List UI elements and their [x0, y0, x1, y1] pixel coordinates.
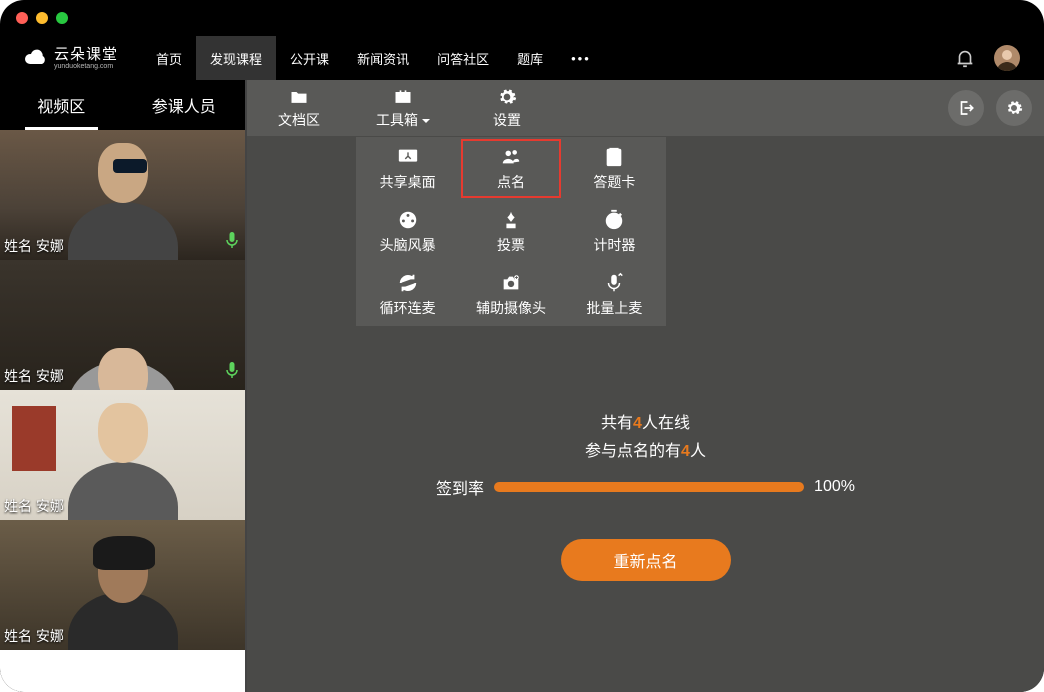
exit-button[interactable] [948, 90, 984, 126]
mic-icon [225, 361, 239, 384]
exit-icon [957, 99, 975, 117]
nav-bank[interactable]: 题库 [503, 36, 557, 80]
menu-answer-card[interactable]: 答题卡 [563, 137, 666, 200]
participant-label: 姓名 安娜 [4, 366, 64, 386]
rate-label: 签到率 [436, 475, 484, 499]
left-tabs: 视频区 参课人员 [0, 80, 245, 130]
menu-timer[interactable]: 计时器 [563, 200, 666, 263]
tab-video-area[interactable]: 视频区 [0, 80, 123, 130]
gear-icon [1005, 99, 1023, 117]
restart-roll-call-button[interactable]: 重新点名 [561, 539, 731, 581]
card-icon [603, 146, 625, 168]
menu-batch-mic[interactable]: 批量上麦 [563, 263, 666, 326]
settings-button[interactable] [996, 90, 1032, 126]
tool-toolbox[interactable]: 工具箱 [351, 80, 455, 136]
menu-cycle-mic[interactable]: 循环连麦 [356, 263, 459, 326]
tool-file-area[interactable]: 文档区 [247, 80, 351, 136]
participant-label: 姓名 安娜 [4, 236, 64, 256]
tool-label: 设置 [493, 110, 521, 130]
nav-home[interactable]: 首页 [142, 36, 196, 80]
nav-more[interactable]: ••• [557, 51, 605, 66]
folder-icon [288, 87, 310, 107]
menu-brainstorm[interactable]: 头脑风暴 [356, 200, 459, 263]
participant-label: 姓名 安娜 [4, 626, 64, 646]
user-avatar[interactable] [994, 45, 1020, 71]
cycle-icon [397, 272, 419, 294]
briefcase-icon [392, 87, 414, 107]
screen-share-icon [397, 146, 419, 168]
mic-up-icon [603, 272, 625, 294]
window-maximize[interactable] [56, 12, 68, 24]
rate-value: 100% [814, 478, 855, 496]
vote-icon [500, 209, 522, 231]
video-list: 姓名 安娜 姓名 安娜 姓名 安娜 [0, 130, 245, 692]
brand-name: 云朵课堂 [54, 47, 118, 62]
nav-qa[interactable]: 问答社区 [423, 36, 503, 80]
menu-roll-call[interactable]: 点名 [459, 137, 562, 200]
bell-icon[interactable] [954, 47, 976, 69]
brand-logo[interactable]: 云朵课堂 yunduoketang.com [24, 46, 142, 70]
tool-label: 工具箱 [376, 110, 430, 130]
nav-discover[interactable]: 发现课程 [196, 36, 276, 80]
signin-rate-row: 签到率 100% [436, 475, 855, 499]
menu-share-desktop[interactable]: 共享桌面 [356, 137, 459, 200]
left-panel: 视频区 参课人员 姓名 安娜 姓名 安娜 [0, 80, 247, 692]
participant-label: 姓名 安娜 [4, 496, 64, 516]
menu-aux-camera[interactable]: 辅助摄像头 [459, 263, 562, 326]
window-close[interactable] [16, 12, 28, 24]
toolbox-dropdown: 共享桌面 点名 答题卡 头脑风暴 投票 计时器 循环连麦 辅助摄像头 [356, 137, 666, 326]
video-cell[interactable]: 姓名 安娜 [0, 130, 245, 260]
tool-settings[interactable]: 设置 [455, 80, 559, 136]
top-nav: 云朵课堂 yunduoketang.com 首页 发现课程 公开课 新闻资讯 问… [0, 36, 1044, 80]
brand-domain: yunduoketang.com [54, 63, 118, 70]
people-icon [500, 146, 522, 168]
video-cell[interactable]: 姓名 安娜 [0, 260, 245, 390]
video-cell-empty [0, 650, 245, 692]
cloud-icon [24, 46, 48, 70]
tool-label: 文档区 [278, 110, 320, 130]
mic-icon [225, 231, 239, 254]
toolbar: 文档区 工具箱 设置 [247, 80, 1044, 136]
rate-progress-bar [494, 482, 804, 492]
menu-vote[interactable]: 投票 [459, 200, 562, 263]
participated-count-line: 参与点名的有4人 [585, 437, 706, 461]
titlebar [0, 0, 1044, 36]
video-cell[interactable]: 姓名 安娜 [0, 520, 245, 650]
window-minimize[interactable] [36, 12, 48, 24]
camera-plus-icon [500, 272, 522, 294]
gear-icon [496, 87, 518, 107]
tab-participants[interactable]: 参课人员 [123, 80, 246, 130]
clock-icon [603, 209, 625, 231]
online-count-line: 共有4人在线 [601, 409, 690, 433]
nav-news[interactable]: 新闻资讯 [343, 36, 423, 80]
video-cell[interactable]: 姓名 安娜 [0, 390, 245, 520]
film-icon [397, 209, 419, 231]
app-window: 云朵课堂 yunduoketang.com 首页 发现课程 公开课 新闻资讯 问… [0, 0, 1044, 692]
nav-open-class[interactable]: 公开课 [276, 36, 343, 80]
